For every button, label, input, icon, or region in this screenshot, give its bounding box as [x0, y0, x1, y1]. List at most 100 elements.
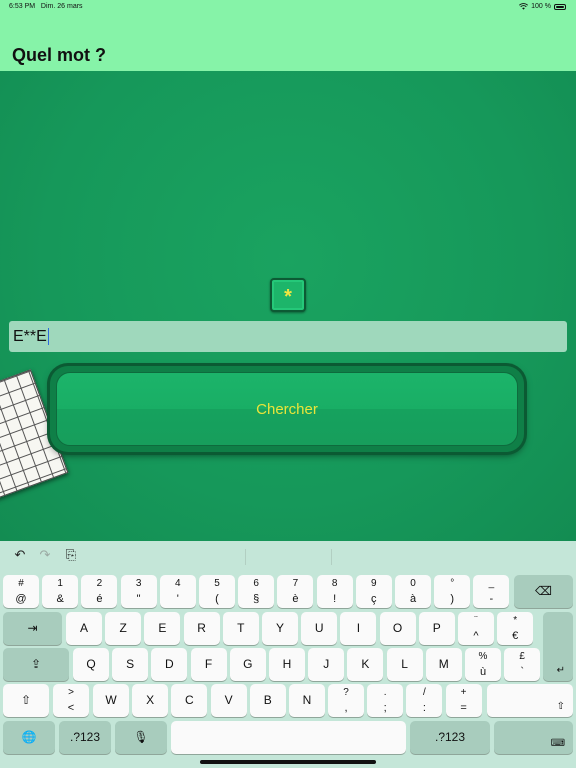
key-extra-r3-0[interactable]: % ù — [465, 648, 501, 681]
numbers-right-key[interactable]: .?123 — [410, 721, 490, 754]
key-t[interactable]: T — [222, 612, 259, 645]
key-4-'[interactable]: 4 ' — [159, 575, 196, 608]
key-j[interactable]: J — [308, 648, 345, 681]
key-extra-r2-1[interactable]: * € — [497, 612, 534, 645]
key-°-)[interactable]: °) — [434, 575, 471, 608]
key-extra-r3-1[interactable]: £ ` — [504, 648, 541, 681]
key-m[interactable]: M — [425, 648, 462, 681]
space-key[interactable] — [171, 721, 406, 754]
key-bottom-label: " — [136, 593, 141, 605]
key-top-label: + — [460, 687, 467, 698]
search-button[interactable]: Chercher — [50, 366, 524, 452]
key-label: Q — [86, 657, 96, 671]
key-7-è[interactable]: 7è — [277, 575, 314, 608]
key-b[interactable]: B — [249, 684, 286, 717]
key-_--[interactable]: _ - — [473, 575, 510, 608]
key-extra-r2-0[interactable]: ¨ ^ — [458, 612, 494, 645]
key-0-à[interactable]: 0à — [395, 575, 431, 608]
delete-key[interactable]: ⌫ — [514, 575, 573, 608]
key-y[interactable]: Y — [262, 612, 298, 645]
globe-key[interactable]: 🌐 — [3, 721, 55, 754]
key-c[interactable]: C — [171, 684, 208, 717]
key-label: ⌫ — [535, 584, 552, 598]
key-q[interactable]: Q — [73, 648, 109, 681]
key-top-label: 8 — [331, 578, 338, 589]
key-f[interactable]: F — [190, 648, 227, 681]
key-g[interactable]: G — [229, 648, 266, 681]
key-label: .?123 — [434, 730, 466, 744]
redo-icon[interactable]: ↷ — [36, 547, 54, 563]
numbers-left-key[interactable]: .?123 — [59, 721, 111, 754]
key-bottom-label: & — [56, 593, 64, 605]
key-bottom-label: ; — [383, 702, 387, 714]
key-top-label: 5 — [214, 578, 220, 589]
mic-key[interactable]: 🎙 — [115, 721, 167, 754]
key-top-label: 1 — [57, 578, 63, 589]
key-top-label: ? — [343, 687, 349, 698]
key-r[interactable]: R — [183, 612, 220, 645]
key-k[interactable]: K — [347, 648, 384, 681]
key-label: O — [392, 621, 403, 635]
key-a[interactable]: A — [66, 612, 102, 645]
wildcard-star-button[interactable]: * — [270, 278, 306, 312]
key-top-label: £ — [519, 651, 525, 662]
key-9-ç[interactable]: 9ç — [355, 575, 392, 608]
caps-lock-key[interactable]: ⇪ — [3, 648, 69, 681]
key-label: ↵ — [556, 665, 565, 676]
word-input[interactable]: E**E — [9, 321, 567, 352]
key-h[interactable]: H — [269, 648, 305, 681]
key-s[interactable]: S — [112, 648, 149, 681]
wifi-icon — [519, 3, 529, 10]
key-top-label: 0 — [410, 578, 416, 589]
toolbar-divider — [331, 549, 332, 565]
status-time: 6:53 PM Dim. 26 mars — [9, 3, 83, 10]
key-6-§[interactable]: 6 § — [238, 575, 275, 608]
key-3-"[interactable]: 3 " — [120, 575, 157, 608]
key-e[interactable]: E — [144, 612, 181, 645]
key-top-label: 4 — [175, 578, 181, 589]
key-bottom-label: ( — [215, 593, 219, 605]
key-#-@[interactable]: # @ — [3, 575, 39, 608]
key-label: 🌐 — [21, 730, 37, 744]
key-label: G — [243, 657, 253, 671]
key-2-é[interactable]: 2é — [81, 575, 118, 608]
key-w[interactable]: W — [93, 684, 129, 717]
key-1-&[interactable]: 1 & — [42, 575, 79, 608]
key-5-([interactable]: 5( — [199, 575, 235, 608]
shift-right-key[interactable]: ⇧ — [487, 684, 573, 717]
keyboard-toolbar: ↶ ↷ ⎘ — [0, 541, 576, 571]
key-o[interactable]: O — [379, 612, 416, 645]
undo-icon[interactable]: ↶ — [11, 547, 29, 563]
key-d[interactable]: D — [151, 648, 188, 681]
key-bottom-label: ! — [333, 593, 337, 605]
key-bottom-label: à — [409, 593, 417, 605]
key-z[interactable]: Z — [105, 612, 142, 645]
key-l[interactable]: L — [386, 648, 423, 681]
key-extra-r4-1[interactable]: .; — [367, 684, 404, 717]
tab-key[interactable]: ⇥ — [3, 612, 62, 645]
return-key[interactable]: ↵ — [543, 612, 573, 681]
key-extra-r4-2[interactable]: /: — [406, 684, 443, 717]
key-8-![interactable]: 8! — [316, 575, 353, 608]
hide-keyboard-key[interactable]: ⌨ — [494, 721, 573, 754]
key-u[interactable]: U — [301, 612, 338, 645]
key-bottom-label: < — [67, 702, 75, 714]
key-label: 🎙 — [133, 730, 149, 744]
key-extra-r4-0[interactable]: ?, — [328, 684, 364, 717]
key-p[interactable]: P — [418, 612, 455, 645]
key-label: P — [432, 621, 441, 635]
key-i[interactable]: I — [340, 612, 377, 645]
key-x[interactable]: X — [132, 684, 169, 717]
key-label: C — [185, 693, 194, 707]
shift-left-key[interactable]: ⇧ — [3, 684, 49, 717]
word-input-value: E**E — [13, 328, 47, 345]
key-n[interactable]: N — [289, 684, 325, 717]
key-v[interactable]: V — [210, 684, 247, 717]
key-top-label: * — [513, 615, 518, 626]
key-angle-brackets[interactable]: > < — [53, 684, 89, 717]
paste-icon[interactable]: ⎘ — [62, 547, 80, 563]
key-label: I — [356, 621, 361, 635]
key-label: ⇧ — [20, 693, 32, 707]
key-extra-r4-3[interactable]: + = — [445, 684, 482, 717]
key-top-label: _ — [488, 578, 495, 589]
